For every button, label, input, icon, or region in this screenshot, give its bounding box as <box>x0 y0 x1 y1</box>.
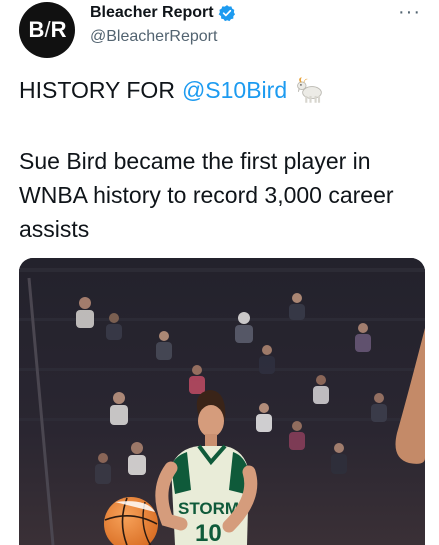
tweet-header: B / R Bleacher Report @BleacherReport ··· <box>0 0 439 64</box>
avatar[interactable]: B / R <box>19 2 75 58</box>
more-options-icon[interactable]: ··· <box>398 2 421 22</box>
photo-illustration: STORM 10 <box>19 258 425 545</box>
account-handle[interactable]: @BleacherReport <box>90 28 217 46</box>
goat-icon <box>297 77 322 103</box>
name-row: Bleacher Report <box>90 4 236 22</box>
avatar-slash: / <box>44 17 50 42</box>
jersey-text: STORM <box>178 499 239 518</box>
avatar-letter-b: B <box>28 17 45 42</box>
tweet-body: Sue Bird became the first player in WNBA… <box>19 148 394 242</box>
display-name[interactable]: Bleacher Report <box>90 4 214 22</box>
avatar-letter-r: R <box>50 17 67 42</box>
headline-text: HISTORY FOR <box>19 76 175 103</box>
mention-link[interactable]: @S10Bird <box>182 77 287 104</box>
jersey-number: 10 <box>195 520 222 545</box>
tweet-media-photo[interactable]: STORM 10 <box>19 258 425 545</box>
tweet-headline: HISTORY FOR @S10Bird <box>19 76 329 104</box>
verified-badge-icon <box>218 5 235 22</box>
